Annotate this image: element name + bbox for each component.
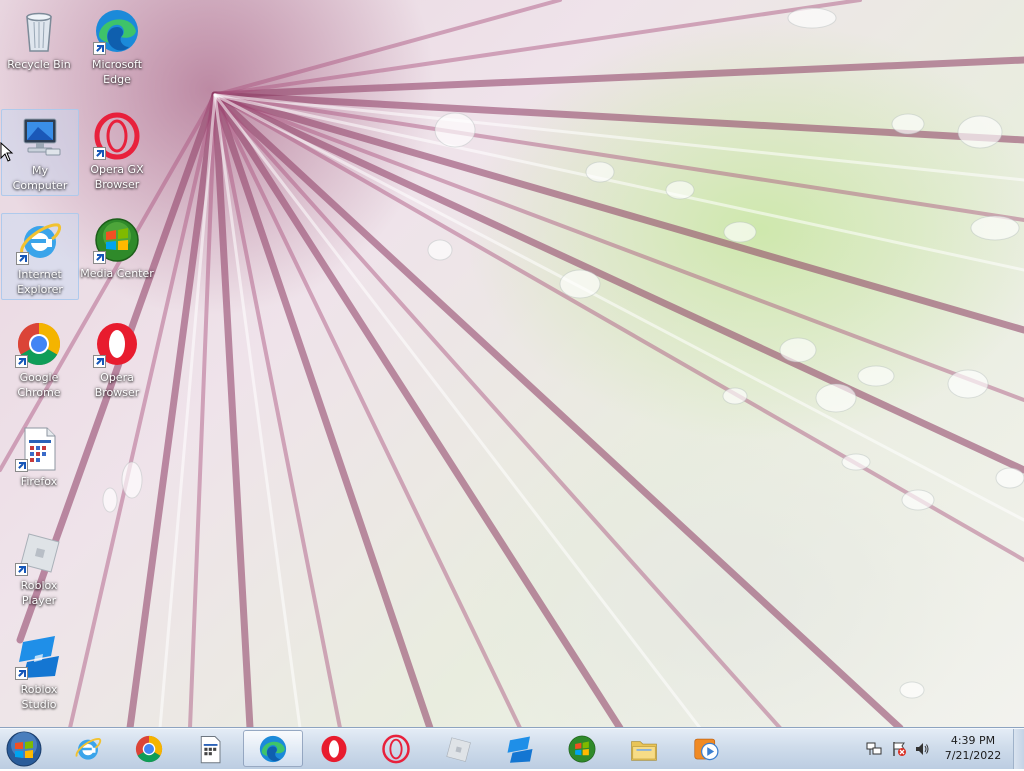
shortcut-arrow-icon (93, 251, 106, 264)
shortcut-arrow-icon (93, 147, 106, 160)
roblox-studio-icon (507, 736, 533, 763)
desktop-icon-label: Internet Explorer (17, 268, 63, 296)
mouse-cursor-icon (0, 142, 14, 162)
taskbar-roblox-studio[interactable] (492, 730, 548, 767)
opera-gx-icon (382, 734, 410, 763)
shortcut-arrow-icon (15, 667, 28, 680)
file-explorer-icon (631, 740, 657, 761)
action-center-flag-icon[interactable] (891, 741, 907, 757)
desktop-icon-label: Recycle Bin (7, 58, 71, 71)
desktop-icon-label: Firefox (20, 475, 58, 488)
network-icon[interactable] (866, 741, 882, 757)
taskbar-internet-explorer[interactable] (60, 730, 116, 767)
desktop-icon-roblox-player[interactable]: Roblox Player (1, 525, 77, 610)
edge-icon (259, 735, 287, 762)
desktop-icon-label: My Computer (12, 164, 68, 192)
shortcut-arrow-icon (16, 252, 29, 265)
taskbar-clock[interactable]: 4:39 PM 7/21/2022 (936, 733, 1010, 763)
shortcut-arrow-icon (93, 42, 106, 55)
computer-icon (16, 113, 64, 161)
windows-start-icon (6, 731, 42, 767)
taskbar-media-player[interactable] (678, 730, 734, 767)
system-tray: 4:39 PM 7/21/2022 (860, 729, 1024, 769)
desktop-icon-label: Roblox Player (20, 579, 58, 607)
taskbar-chrome[interactable] (121, 730, 177, 767)
start-button[interactable] (4, 730, 44, 768)
internet-explorer-icon (16, 217, 64, 265)
firefox-icon (15, 424, 63, 472)
shortcut-arrow-icon (15, 563, 28, 576)
desktop-icon-opera-gx[interactable]: Opera GX Browser (79, 109, 155, 194)
roblox-player-icon (446, 736, 471, 762)
opera-gx-icon (93, 112, 141, 160)
clock-date: 7/21/2022 (944, 749, 1002, 762)
desktop-icon-opera-browser[interactable]: Opera Browser (79, 317, 155, 402)
roblox-player-icon (15, 528, 63, 576)
desktop-icon-firefox[interactable]: Firefox (1, 421, 77, 491)
opera-icon (321, 735, 347, 762)
desktop-icon-google-chrome[interactable]: Google Chrome (1, 317, 77, 402)
desktop-icon-media-center[interactable]: Media Center (79, 213, 155, 283)
recycle-bin-icon (15, 7, 63, 55)
media-center-icon (568, 735, 596, 762)
desktop-icon-label: Microsoft Edge (91, 58, 143, 86)
taskbar-media-center[interactable] (554, 730, 610, 767)
desktop-icon-label: Roblox Studio (20, 683, 58, 711)
shortcut-arrow-icon (15, 355, 28, 368)
shortcut-arrow-icon (15, 459, 28, 472)
shortcut-arrow-icon (93, 355, 106, 368)
taskbar-file-explorer[interactable] (616, 730, 672, 767)
chrome-icon (15, 320, 63, 368)
media-player-icon (694, 738, 719, 760)
desktop-icon-label: Opera Browser (94, 371, 140, 399)
desktop-icon-label: Opera GX Browser (90, 163, 144, 191)
roblox-studio-icon (15, 632, 63, 680)
taskbar-opera-gx[interactable] (368, 730, 424, 767)
chrome-icon (135, 735, 163, 762)
media-center-icon (93, 216, 141, 264)
taskbar-opera[interactable] (306, 730, 362, 767)
desktop-icon-recycle-bin[interactable]: Recycle Bin (1, 4, 77, 74)
taskbar: 4:39 PM 7/21/2022 (0, 728, 1024, 769)
edge-icon (93, 7, 141, 55)
opera-icon (93, 320, 141, 368)
desktop-icon-internet-explorer[interactable]: Internet Explorer (1, 213, 79, 300)
firefox-icon (200, 735, 221, 763)
desktop-icon-microsoft-edge[interactable]: Microsoft Edge (79, 4, 155, 89)
clock-time: 4:39 PM (950, 734, 996, 747)
desktop-icon-label: Media Center (80, 267, 154, 280)
taskbar-edge[interactable] (243, 730, 303, 767)
desktop-icon-roblox-studio[interactable]: Roblox Studio (1, 629, 77, 714)
desktop-icon-label: Google Chrome (17, 371, 61, 399)
volume-icon[interactable] (914, 741, 930, 757)
taskbar-firefox[interactable] (182, 730, 238, 767)
internet-explorer-icon (75, 737, 102, 760)
desktop[interactable]: Recycle Bin Microsoft Edge My Computer O… (0, 0, 1024, 728)
taskbar-roblox-player[interactable] (430, 730, 486, 767)
show-desktop-button[interactable] (1013, 729, 1024, 769)
